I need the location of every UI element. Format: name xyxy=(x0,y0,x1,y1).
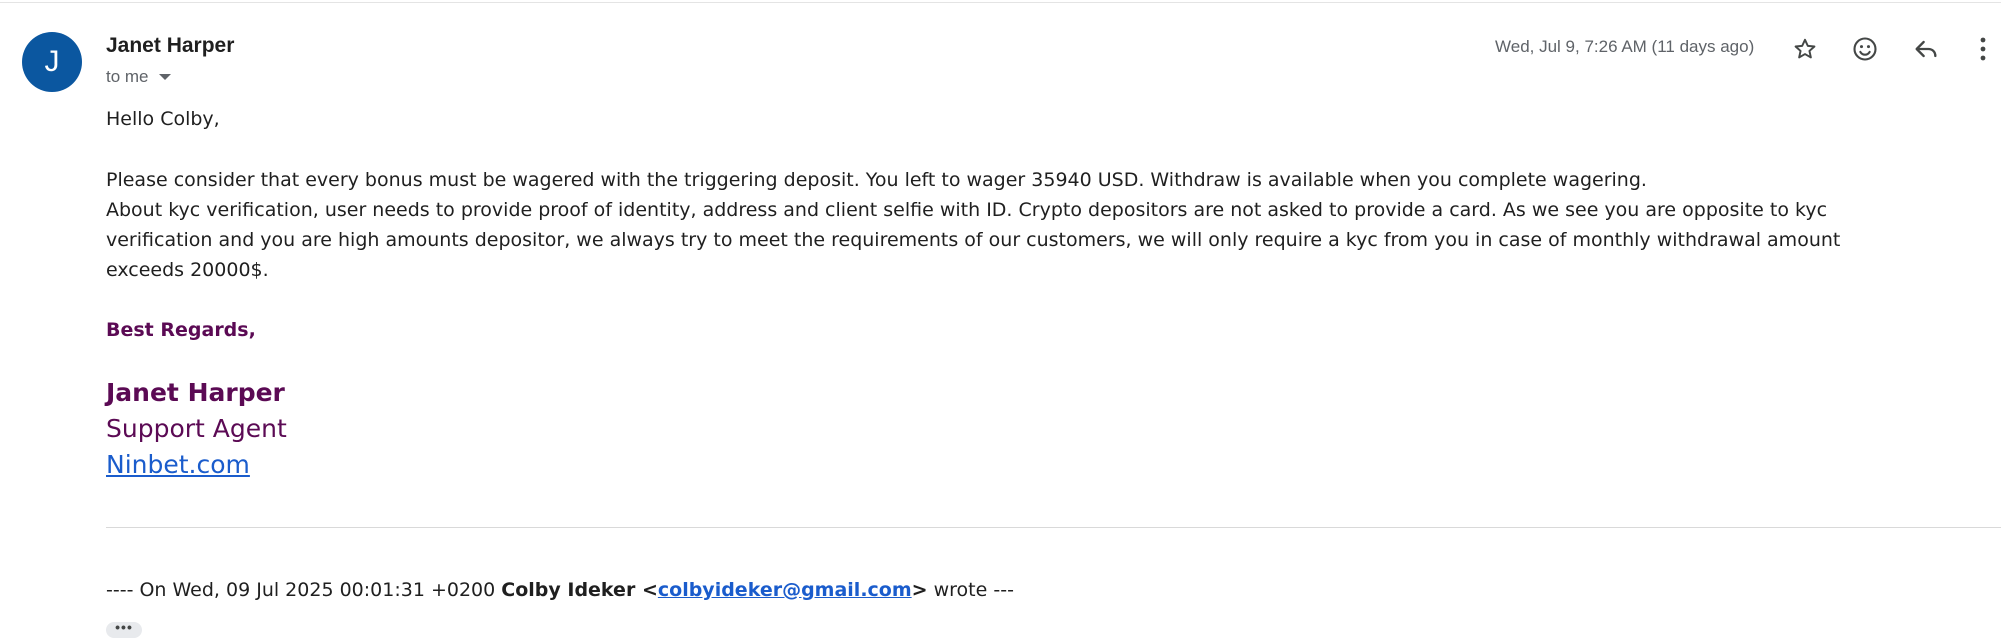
quoted-header: ---- On Wed, 09 Jul 2025 00:01:31 +0200 … xyxy=(106,579,1014,601)
quote-author: Colby Ideker xyxy=(501,579,636,601)
quote-close-bracket: > xyxy=(911,579,928,601)
quote-prefix: ---- On Wed, 09 Jul 2025 00:01:31 +0200 xyxy=(106,579,502,601)
recipient-details-toggle[interactable]: to me xyxy=(106,67,171,87)
sender-avatar[interactable]: J xyxy=(22,32,82,92)
message-date: Wed, Jul 9, 7:26 AM (11 days ago) xyxy=(1495,37,1755,56)
quote-open-bracket: < xyxy=(635,579,658,601)
to-me-label: to me xyxy=(106,67,149,86)
top-divider xyxy=(0,2,2001,3)
greeting: Hello Colby, xyxy=(106,108,220,130)
emoji-icon xyxy=(1853,37,1877,61)
quote-suffix: wrote --- xyxy=(927,579,1014,601)
signature-website-link[interactable]: Ninbet.com xyxy=(106,450,250,479)
sender-name[interactable]: Janet Harper xyxy=(106,34,234,58)
body-paragraph-line: exceeds 20000$. xyxy=(106,259,269,281)
body-paragraph-line: Please consider that every bonus must be… xyxy=(106,169,1647,191)
reply-icon xyxy=(1915,40,1937,58)
signature-role: Support Agent xyxy=(106,414,287,443)
quote-divider xyxy=(106,527,2001,528)
more-vert-icon xyxy=(1980,37,1986,61)
reply-button[interactable] xyxy=(1909,32,1943,66)
signature-name: Janet Harper xyxy=(106,378,285,407)
body-paragraph-line: About kyc verification, user needs to pr… xyxy=(106,199,1828,221)
star-button[interactable] xyxy=(1788,32,1822,66)
more-options-button[interactable] xyxy=(1969,32,1997,66)
chevron-down-icon[interactable] xyxy=(158,74,171,80)
add-reaction-button[interactable] xyxy=(1848,32,1882,66)
quote-email-link[interactable]: colbyideker@gmail.com xyxy=(658,579,912,601)
signature-regards: Best Regards, xyxy=(106,319,256,341)
email-message: J Janet Harper to me Wed, Jul 9, 7:26 AM… xyxy=(0,0,2001,638)
body-paragraph-line: verification and you are high amounts de… xyxy=(106,229,1841,251)
star-icon xyxy=(1794,38,1816,59)
show-trimmed-content-button[interactable]: ••• xyxy=(106,620,142,638)
